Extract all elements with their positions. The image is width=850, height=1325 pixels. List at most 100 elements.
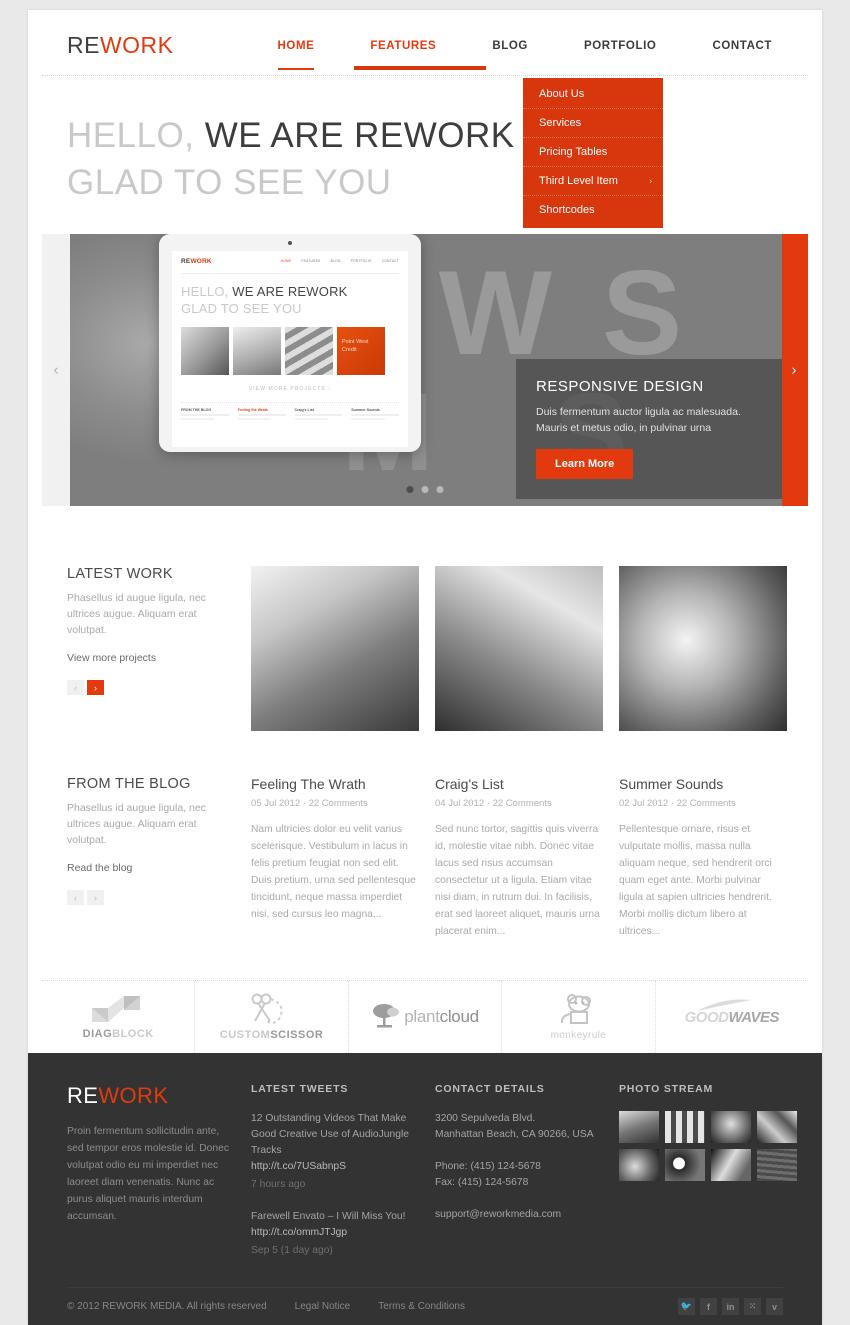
- tablet-headline: HELLO, WE ARE REWORK GLAD TO SEE YOU: [181, 283, 399, 317]
- photo-thumb-7[interactable]: [711, 1149, 751, 1181]
- tablet-footer-divider: [181, 402, 399, 403]
- customscissor-label: CUSTOMSCISSOR: [220, 1029, 323, 1041]
- work-item-3[interactable]: [619, 566, 787, 731]
- tablet-thumb-1: [181, 327, 229, 375]
- photo-thumb-6[interactable]: [665, 1149, 705, 1181]
- blog-prev-button[interactable]: ‹: [67, 890, 84, 905]
- tablet-thumbnails: [181, 327, 399, 375]
- facebook-icon[interactable]: f: [700, 1298, 717, 1315]
- tablet-nav-contact: CONTACT: [381, 259, 399, 263]
- client-logo-customscissor[interactable]: CUSTOMSCISSOR: [195, 981, 349, 1053]
- client-logo-plantcloud[interactable]: plantcloud: [349, 981, 503, 1053]
- photo-thumb-3[interactable]: [711, 1111, 751, 1143]
- tablet-nav-portfolio: PORTFOLIO: [350, 259, 372, 263]
- photo-thumb-2[interactable]: [665, 1111, 705, 1143]
- photo-thumb-4[interactable]: [757, 1111, 797, 1143]
- slider-dot-1[interactable]: [406, 486, 414, 493]
- slider-next-arrow[interactable]: ›: [780, 362, 808, 379]
- slider-dot-2[interactable]: [421, 486, 429, 493]
- nav-item-contact[interactable]: CONTACT: [684, 40, 800, 52]
- nav-item-blog[interactable]: BLOG: [464, 40, 556, 52]
- tablet-head-line2: GLAD TO SEE YOU: [181, 301, 302, 316]
- site-footer: REWORK Proin fermentum sollicitudin ante…: [28, 1053, 822, 1325]
- legal-notice-link[interactable]: Legal Notice: [295, 1301, 351, 1312]
- linkedin-icon[interactable]: in: [722, 1298, 739, 1315]
- site-logo[interactable]: REWORK: [67, 32, 174, 59]
- tablet-footer-title-4: Summer Sounds: [351, 408, 380, 412]
- footer-logo[interactable]: REWORK: [67, 1083, 235, 1109]
- contact-email[interactable]: support@reworkmedia.com: [435, 1207, 603, 1223]
- slide-caption: RESPONSIVE DESIGN Duis fermentum auctor …: [516, 359, 782, 499]
- dropdown-item-services[interactable]: Services: [523, 109, 663, 138]
- plantcloud-label: plantcloud: [404, 1007, 479, 1027]
- tweet-1-time: 7 hours ago: [251, 1179, 306, 1190]
- latest-work-pager: ‹ ›: [67, 680, 235, 695]
- tablet-logo-part2: WORK: [190, 258, 212, 265]
- diagblock-label-a: DIAG: [82, 1028, 113, 1040]
- slider-pagination-dots: [406, 486, 444, 493]
- latest-work-next-button[interactable]: ›: [87, 680, 104, 695]
- monkey-icon: [561, 993, 592, 1024]
- blog-columns: FROM THE BLOG Phasellus id augue ligula,…: [67, 776, 783, 940]
- tablet-nav-home: HOME: [280, 259, 292, 263]
- dropdown-item-pricing-tables[interactable]: Pricing Tables: [523, 138, 663, 167]
- photo-thumb-1[interactable]: [619, 1111, 659, 1143]
- terms-conditions-link[interactable]: Terms & Conditions: [378, 1301, 465, 1312]
- dropdown-item-about-us[interactable]: About Us: [523, 80, 663, 109]
- tweet-item-1: 12 Outstanding Videos That Make Good Cre…: [251, 1111, 419, 1193]
- dropdown-item-shortcodes[interactable]: Shortcodes: [523, 196, 663, 224]
- work-item-1[interactable]: [251, 566, 419, 731]
- plantcloud-stack: plantcloud: [371, 1002, 479, 1032]
- customscissor-label-b: SCISSOR: [270, 1029, 324, 1041]
- footer-about-text: Proin fermentum sollicitudin ante, sed t…: [67, 1126, 229, 1222]
- plantcloud-label-b: cloud: [439, 1007, 479, 1026]
- hero-line1-dark: WE ARE REWORK: [204, 116, 515, 155]
- latest-tweets-title: LATEST TWEETS: [251, 1083, 349, 1095]
- latest-work-section: LATEST WORK Phasellus id augue ligula, n…: [28, 506, 822, 731]
- twitter-icon[interactable]: 🐦: [678, 1298, 695, 1315]
- tablet-footer-title-1: FROM THE BLOG: [181, 408, 212, 412]
- monkeyrule-label: monkeyrule: [551, 1030, 607, 1041]
- tweet-1-link[interactable]: http://t.co/7USabnpS: [251, 1159, 419, 1175]
- tablet-nav-blog: BLOG: [330, 259, 341, 263]
- tablet-thumb-2: [233, 327, 281, 375]
- read-the-blog-link[interactable]: Read the blog: [67, 862, 235, 874]
- blog-next-button[interactable]: ›: [87, 890, 104, 905]
- blog-post-1-title[interactable]: Feeling The Wrath: [251, 776, 419, 792]
- tablet-nav-features: FEATURES: [301, 259, 321, 263]
- client-logo-goodwaves[interactable]: GOODWAVES: [656, 981, 808, 1053]
- nav-item-home[interactable]: HOME: [250, 40, 343, 70]
- tablet-nav: HOME FEATURES BLOG PORTFOLIO CONTACT: [281, 259, 399, 263]
- goodwaves-stack: GOODWAVES: [685, 998, 780, 1026]
- tablet-footer-columns: FROM THE BLOG Feeling the Wrath Craig's …: [181, 408, 399, 420]
- learn-more-button[interactable]: Learn More: [536, 449, 634, 479]
- photo-thumb-5[interactable]: [619, 1149, 659, 1181]
- blog-post-2-title[interactable]: Craig's List: [435, 776, 603, 792]
- blog-pager: ‹ ›: [67, 890, 235, 905]
- blog-post-2-body: Sed nunc tortor, sagittis quis viverra i…: [435, 824, 600, 937]
- vimeo-icon[interactable]: v: [766, 1298, 783, 1315]
- tablet-footer-title-2: Feeling the Wrath: [237, 408, 268, 412]
- footer-columns: REWORK Proin fermentum sollicitudin ante…: [67, 1083, 797, 1259]
- slider-dot-3[interactable]: [436, 486, 444, 493]
- flickr-icon[interactable]: ⁙: [744, 1298, 761, 1315]
- client-logo-monkeyrule[interactable]: monkeyrule: [502, 981, 656, 1053]
- tweet-2-link[interactable]: http://t.co/ommJTJgp: [251, 1225, 419, 1241]
- view-more-projects-link[interactable]: View more projects: [67, 652, 235, 664]
- diagblock-label-b: BLOCK: [112, 1028, 154, 1040]
- hero-section: HELLO, WE ARE REWORK GLAD TO SEE YOU: [28, 78, 822, 224]
- client-logo-diagblock[interactable]: DIAGBLOCK: [42, 981, 196, 1053]
- blog-post-3-title[interactable]: Summer Sounds: [619, 776, 787, 792]
- slider-prev-arrow[interactable]: ‹: [42, 362, 70, 379]
- work-item-2[interactable]: [435, 566, 603, 731]
- photo-thumb-8[interactable]: [757, 1149, 797, 1181]
- blog-post-3: Summer Sounds 02 Jul 2012 · 22 Comments …: [619, 776, 787, 940]
- footer-about-column: REWORK Proin fermentum sollicitudin ante…: [67, 1083, 235, 1259]
- latest-work-prev-button[interactable]: ‹: [67, 680, 84, 695]
- tablet-camera-icon: [288, 241, 292, 245]
- latest-work-intro: LATEST WORK Phasellus id augue ligula, n…: [67, 566, 235, 731]
- nav-item-features[interactable]: FEATURES: [342, 40, 487, 70]
- tablet-footer-col-1: FROM THE BLOG: [181, 408, 229, 420]
- nav-item-portfolio[interactable]: PORTFOLIO: [556, 40, 684, 52]
- dropdown-item-third-level[interactable]: Third Level Item ›: [523, 167, 663, 196]
